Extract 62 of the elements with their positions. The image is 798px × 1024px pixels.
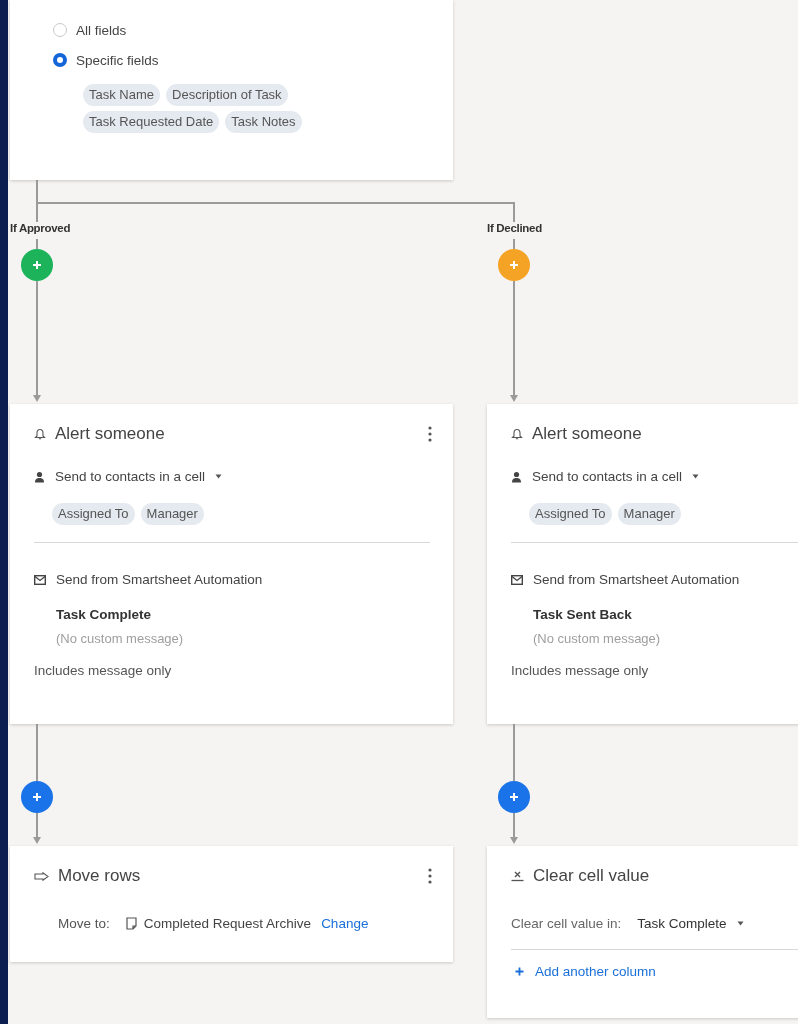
bell-icon bbox=[511, 427, 523, 441]
plus-icon bbox=[32, 792, 42, 802]
plus-icon bbox=[32, 260, 42, 270]
field-chip: Task Name bbox=[83, 84, 161, 106]
add-column-link[interactable]: Add another column bbox=[515, 964, 656, 979]
caret-icon bbox=[692, 474, 700, 479]
message-subject: Task Sent Back bbox=[533, 607, 633, 622]
connector-line bbox=[513, 724, 515, 781]
mail-icon bbox=[34, 574, 46, 585]
card-title: Move rows bbox=[58, 866, 141, 886]
connector-line bbox=[513, 238, 515, 249]
branch-label: If Declined bbox=[487, 222, 543, 236]
bell-icon bbox=[34, 427, 46, 441]
connector-arrow bbox=[510, 813, 518, 844]
message-note: (No custom message) bbox=[56, 631, 185, 646]
sender-text: Send from Smartsheet Automation bbox=[533, 572, 740, 587]
plus-icon bbox=[509, 792, 519, 802]
column-dropdown[interactable]: Task Complete bbox=[637, 916, 744, 931]
branch-label: If Approved bbox=[10, 222, 72, 236]
mail-icon bbox=[511, 574, 523, 585]
includes-text: Includes message only bbox=[34, 663, 173, 678]
field-chip: Task Requested Date bbox=[83, 111, 220, 133]
add-step-button[interactable] bbox=[21, 249, 53, 281]
sheet-icon bbox=[125, 917, 137, 930]
connector-line bbox=[36, 238, 38, 249]
recipients-dropdown[interactable]: Send to contacts in a cell bbox=[511, 469, 798, 484]
more-icon[interactable] bbox=[428, 868, 432, 884]
person-icon bbox=[34, 470, 45, 483]
radio-label: All fields bbox=[76, 22, 127, 38]
message-subject: Task Complete bbox=[56, 607, 153, 622]
connector-line bbox=[36, 724, 38, 781]
field-chip: Description of Task bbox=[166, 84, 288, 106]
add-step-button[interactable] bbox=[498, 781, 530, 813]
move-label: Move to: bbox=[58, 916, 110, 931]
add-step-button[interactable] bbox=[21, 781, 53, 813]
recipient-chip: Manager bbox=[617, 503, 681, 525]
sender-text: Send from Smartsheet Automation bbox=[56, 572, 263, 587]
caret-icon bbox=[215, 474, 223, 479]
recipient-chip: Assigned To bbox=[529, 503, 612, 525]
radio-button[interactable] bbox=[53, 23, 67, 37]
card-title: Clear cell value bbox=[533, 866, 650, 886]
arrow-right-icon bbox=[34, 871, 49, 881]
connector-arrow bbox=[33, 813, 41, 844]
recipients-dropdown[interactable]: Send to contacts in a cell bbox=[34, 469, 431, 484]
clear-label: Clear cell value in: bbox=[511, 916, 622, 931]
more-icon[interactable] bbox=[428, 426, 432, 442]
recipient-chip: Manager bbox=[140, 503, 204, 525]
plus-icon bbox=[509, 260, 519, 270]
card-title: Alert someone bbox=[55, 424, 165, 444]
change-link[interactable]: Change bbox=[321, 916, 369, 931]
field-chip: Task Notes bbox=[225, 111, 302, 133]
person-icon bbox=[511, 470, 522, 483]
radio-label: Specific fields bbox=[76, 52, 159, 68]
includes-text: Includes message only bbox=[511, 663, 650, 678]
clear-icon bbox=[511, 870, 524, 882]
target-sheet: Completed Request Archive bbox=[143, 916, 312, 931]
recipient-chip: Assigned To bbox=[52, 503, 135, 525]
message-note: (No custom message) bbox=[533, 631, 662, 646]
card-title: Alert someone bbox=[532, 424, 642, 444]
radio-button[interactable] bbox=[53, 53, 67, 67]
caret-icon bbox=[736, 921, 744, 926]
plus-icon bbox=[515, 967, 524, 976]
